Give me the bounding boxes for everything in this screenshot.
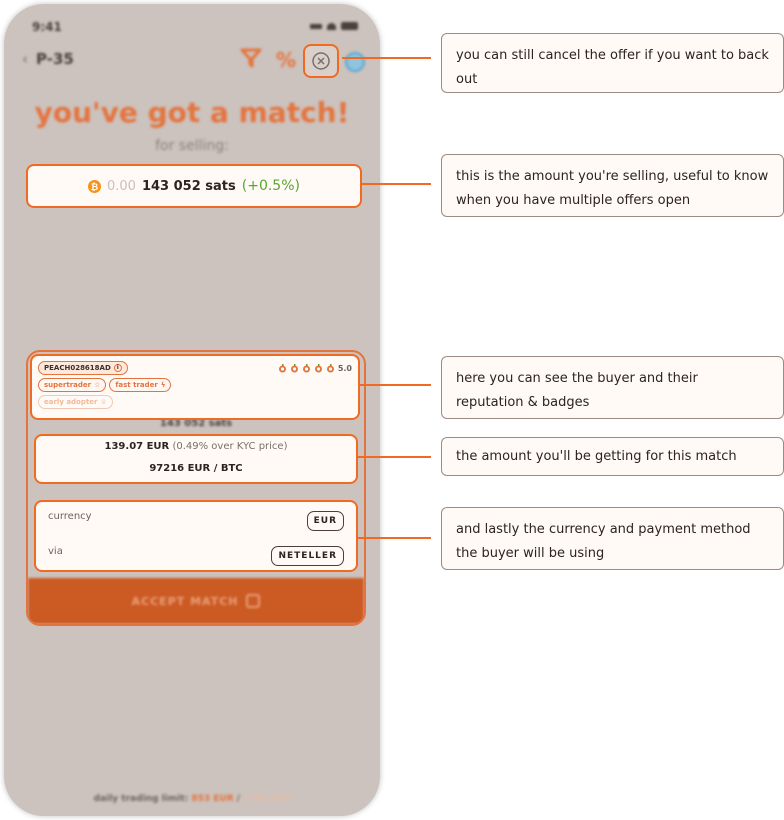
- payment-method-select[interactable]: NETELLER: [271, 546, 344, 566]
- svg-text:₿: ₿: [91, 182, 98, 193]
- badge-label: supertrader: [44, 381, 92, 389]
- exchange-rate: 97216 EUR / BTC: [149, 463, 243, 474]
- badge-label: early adopter: [44, 398, 98, 406]
- limit-used: 853 EUR: [191, 794, 234, 804]
- limit-label: daily trading limit:: [93, 794, 189, 804]
- help-icon[interactable]: [344, 51, 366, 78]
- buyer-id-chip[interactable]: PEACH028618AD i: [38, 361, 128, 375]
- signal-icon: [310, 23, 322, 29]
- amount-sats: 143 052 sats: [141, 178, 236, 194]
- chevron-left-icon: ‹: [22, 50, 28, 68]
- percent-icon[interactable]: %: [276, 48, 296, 72]
- cancel-icon: [312, 52, 330, 70]
- callout-buyer: here you can see the buyer and their rep…: [441, 356, 784, 419]
- badge-early-adopter[interactable]: early adopter ♕: [38, 395, 113, 409]
- peach-rating-icon: [278, 363, 286, 372]
- badge-fast-trader[interactable]: fast trader ϟ: [109, 378, 172, 392]
- rating-value: 5.0: [337, 363, 352, 373]
- connector-price: [358, 456, 431, 458]
- price-line: 139.07 EUR (0.49% over KYC price): [36, 441, 356, 452]
- selling-amount-card: ₿ 0.00 143 052 sats (+0.5%): [26, 164, 362, 208]
- bitcoin-icon: ₿: [88, 179, 101, 193]
- connector-cancel: [342, 57, 431, 59]
- daily-trading-limit: daily trading limit: 853 EUR / 1 065 EUR: [4, 794, 380, 804]
- currency-select[interactable]: EUR: [306, 511, 344, 531]
- peach-rating-icon: [290, 363, 298, 372]
- buyer-card: PEACH028618AD i 5.0 supertrader ☆ fast tr…: [30, 354, 360, 420]
- amount-btc-prefix: 0.00: [107, 178, 136, 194]
- connector-amount: [362, 183, 431, 185]
- accept-match-label: ACCEPT MATCH: [131, 594, 239, 608]
- status-time: 9:41: [32, 20, 62, 34]
- callout-payment: and lastly the currency and payment meth…: [441, 507, 784, 570]
- premium-percentage: (+0.5%): [241, 178, 300, 194]
- info-icon: i: [113, 364, 122, 372]
- peach-rating-icon: [302, 363, 310, 372]
- peach-rating-icon: [326, 363, 334, 372]
- price-card: 139.07 EUR (0.49% over KYC price) 97216 …: [34, 434, 358, 484]
- rating: 5.0: [278, 363, 352, 373]
- trophy-icon: ♕: [100, 398, 107, 406]
- wifi-icon: [327, 22, 336, 30]
- callout-cancel: you can still cancel the offer if you wa…: [441, 33, 784, 93]
- rating-icons: [278, 363, 335, 373]
- payment-details-card: currency EUR via NETELLER: [34, 500, 358, 572]
- badge-supertrader[interactable]: supertrader ☆: [38, 378, 107, 392]
- lightning-icon: ϟ: [160, 381, 166, 389]
- filter-icon[interactable]: [240, 48, 262, 73]
- via-label: via: [48, 546, 63, 557]
- star-icon: ☆: [94, 381, 101, 389]
- cancel-offer-button[interactable]: [303, 44, 339, 78]
- price-fiat: 139.07 EUR: [104, 441, 170, 452]
- connector-buyer: [360, 384, 431, 386]
- offer-id: P-35: [36, 50, 74, 68]
- callout-price: the amount you'll be getting for this ma…: [441, 437, 784, 476]
- currency-label: currency: [48, 511, 92, 522]
- battery-icon: [341, 22, 358, 30]
- match-title: you've got a match!: [34, 96, 350, 129]
- connector-payment: [358, 537, 431, 539]
- callout-amount: this is the amount you're selling, usefu…: [441, 154, 784, 217]
- price-note: (0.49% over KYC price): [172, 441, 288, 452]
- badge-label: fast trader: [115, 381, 158, 389]
- accept-match-button[interactable]: ACCEPT MATCH: [28, 578, 364, 624]
- checkbox-icon: [246, 594, 261, 608]
- limit-separator: /: [236, 794, 241, 804]
- peach-rating-icon: [314, 363, 322, 372]
- limit-max: 1 065 EUR: [243, 794, 291, 804]
- buyer-id: PEACH028618AD: [44, 364, 111, 372]
- phone-screen: 9:41 ‹ P-35 % you've got a match! for se…: [4, 4, 380, 816]
- match-subtitle: for selling:: [155, 138, 229, 154]
- status-icons: [310, 22, 358, 30]
- back-button[interactable]: ‹ P-35: [22, 50, 74, 68]
